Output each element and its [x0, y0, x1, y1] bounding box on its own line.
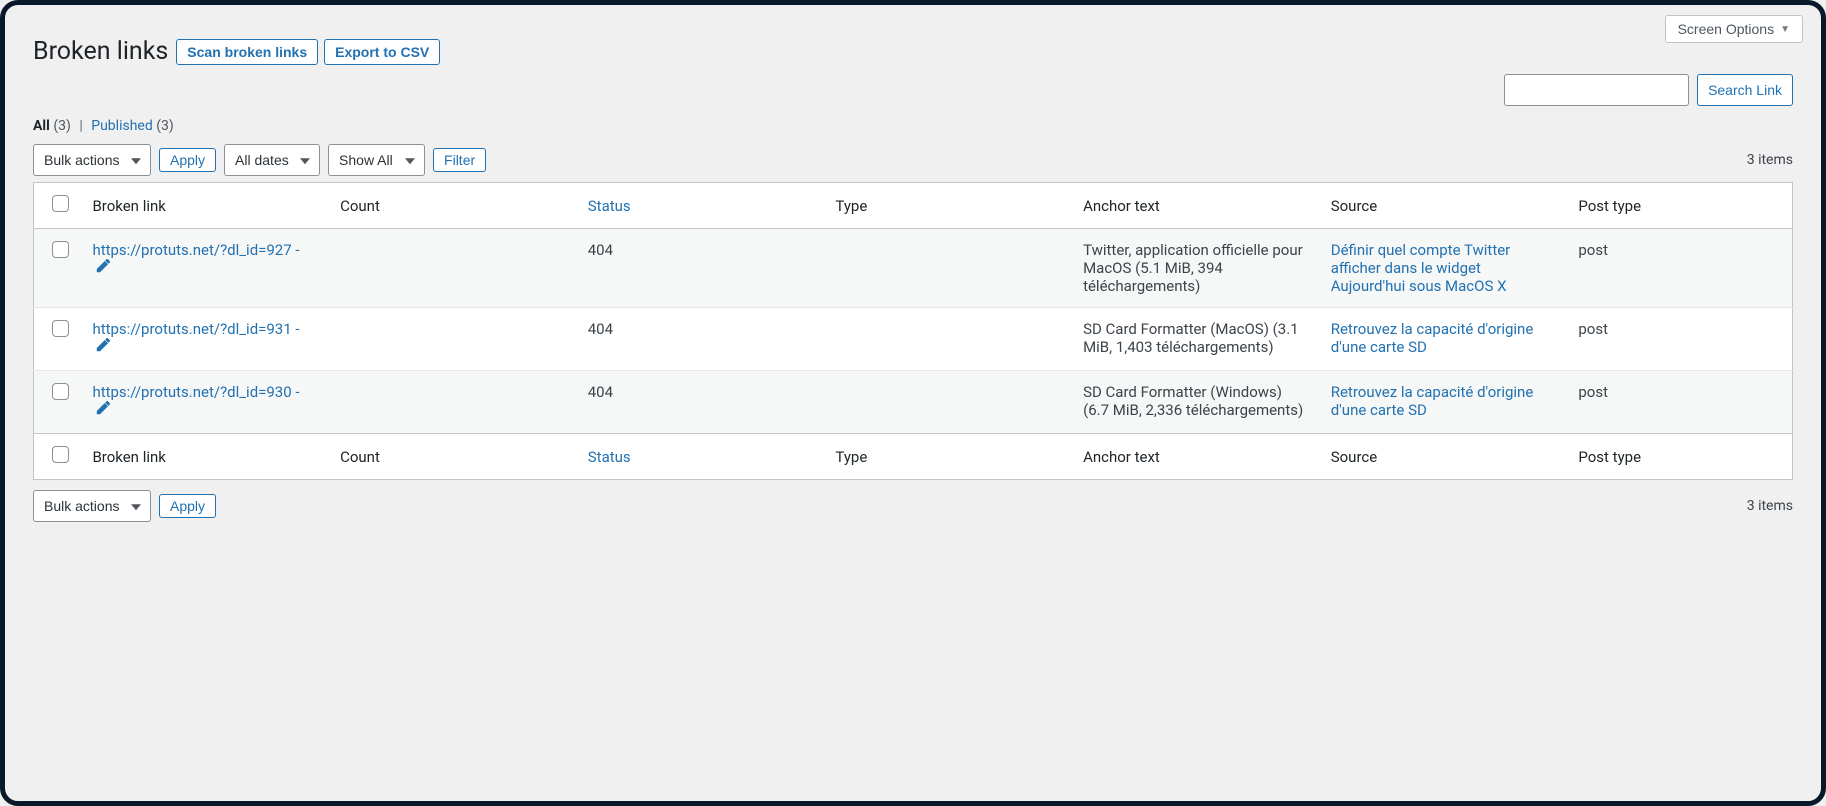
scan-broken-links-button[interactable]: Scan broken links: [176, 39, 318, 65]
row-source-link[interactable]: Retrouvez la capacité d'origine d'une ca…: [1331, 383, 1534, 419]
items-count-bottom: 3 items: [1747, 498, 1793, 514]
filter-button[interactable]: Filter: [433, 148, 486, 172]
row-type: [825, 371, 1073, 434]
view-filters: All (3) | Published (3): [33, 118, 1793, 134]
export-to-csv-button[interactable]: Export to CSV: [324, 39, 440, 65]
filter-separator: |: [79, 118, 82, 134]
col-header-broken-link: Broken link: [82, 183, 330, 229]
broken-link-url[interactable]: https://protuts.net/?dl_id=927 -: [92, 241, 299, 259]
col-header-post-type: Post type: [1568, 183, 1792, 229]
row-type: [825, 308, 1073, 371]
col-header-type: Type: [825, 183, 1073, 229]
bulk-actions-select-bottom[interactable]: Bulk actions: [33, 490, 151, 522]
col-footer-broken-link: Broken link: [82, 434, 330, 480]
filter-published-link[interactable]: Published: [91, 118, 152, 134]
row-count: [330, 229, 578, 308]
row-checkbox[interactable]: [52, 383, 69, 400]
col-header-status[interactable]: Status: [588, 197, 631, 215]
bulk-actions-select-top[interactable]: Bulk actions: [33, 144, 151, 176]
row-status: 404: [578, 229, 826, 308]
table-row: https://protuts.net/?dl_id=930 - 404 SD C…: [34, 371, 1793, 434]
filter-all-count: (3): [53, 118, 71, 134]
search-link-button[interactable]: Search Link: [1697, 74, 1793, 106]
col-footer-status[interactable]: Status: [588, 448, 631, 466]
row-count: [330, 308, 578, 371]
row-status: 404: [578, 308, 826, 371]
row-anchor: SD Card Formatter (Windows) (6.7 MiB, 2,…: [1073, 371, 1321, 434]
show-filter-select[interactable]: Show All: [328, 144, 425, 176]
col-footer-source: Source: [1321, 434, 1569, 480]
col-header-source: Source: [1321, 183, 1569, 229]
col-header-count: Count: [330, 183, 578, 229]
broken-links-table: Broken link Count Status Type Anchor tex…: [33, 182, 1793, 480]
filter-all-label: All: [33, 118, 50, 134]
row-anchor: SD Card Formatter (MacOS) (3.1 MiB, 1,40…: [1073, 308, 1321, 371]
row-count: [330, 371, 578, 434]
col-footer-count: Count: [330, 434, 578, 480]
broken-link-url[interactable]: https://protuts.net/?dl_id=930 -: [92, 383, 299, 401]
table-row: https://protuts.net/?dl_id=927 - 404 Twit…: [34, 229, 1793, 308]
row-anchor: Twitter, application officielle pour Mac…: [1073, 229, 1321, 308]
col-header-anchor: Anchor text: [1073, 183, 1321, 229]
apply-button-top[interactable]: Apply: [159, 148, 216, 172]
broken-link-url[interactable]: https://protuts.net/?dl_id=931 -: [92, 320, 299, 338]
row-source-link[interactable]: Définir quel compte Twitter afficher dan…: [1331, 241, 1511, 295]
page-title: Broken links: [33, 37, 168, 66]
table-row: https://protuts.net/?dl_id=931 - 404 SD C…: [34, 308, 1793, 371]
select-all-checkbox-top[interactable]: [52, 195, 69, 212]
col-footer-type: Type: [825, 434, 1073, 480]
row-type: [825, 229, 1073, 308]
search-input[interactable]: [1504, 74, 1689, 106]
pencil-icon[interactable]: [94, 401, 110, 421]
col-footer-post-type: Post type: [1568, 434, 1792, 480]
pencil-icon[interactable]: [94, 259, 110, 279]
row-checkbox[interactable]: [52, 241, 69, 258]
row-post-type: post: [1568, 371, 1792, 434]
select-all-checkbox-bottom[interactable]: [52, 446, 69, 463]
col-footer-anchor: Anchor text: [1073, 434, 1321, 480]
chevron-down-icon: ▼: [1780, 24, 1790, 35]
screen-options-button[interactable]: Screen Options ▼: [1665, 15, 1803, 43]
row-post-type: post: [1568, 308, 1792, 371]
filter-published-count: (3): [156, 118, 174, 134]
row-post-type: post: [1568, 229, 1792, 308]
apply-button-bottom[interactable]: Apply: [159, 494, 216, 518]
row-status: 404: [578, 371, 826, 434]
pencil-icon[interactable]: [94, 338, 110, 358]
row-source-link[interactable]: Retrouvez la capacité d'origine d'une ca…: [1331, 320, 1534, 356]
items-count-top: 3 items: [1747, 152, 1793, 168]
screen-options-label: Screen Options: [1678, 21, 1775, 37]
row-checkbox[interactable]: [52, 320, 69, 337]
date-filter-select[interactable]: All dates: [224, 144, 320, 176]
